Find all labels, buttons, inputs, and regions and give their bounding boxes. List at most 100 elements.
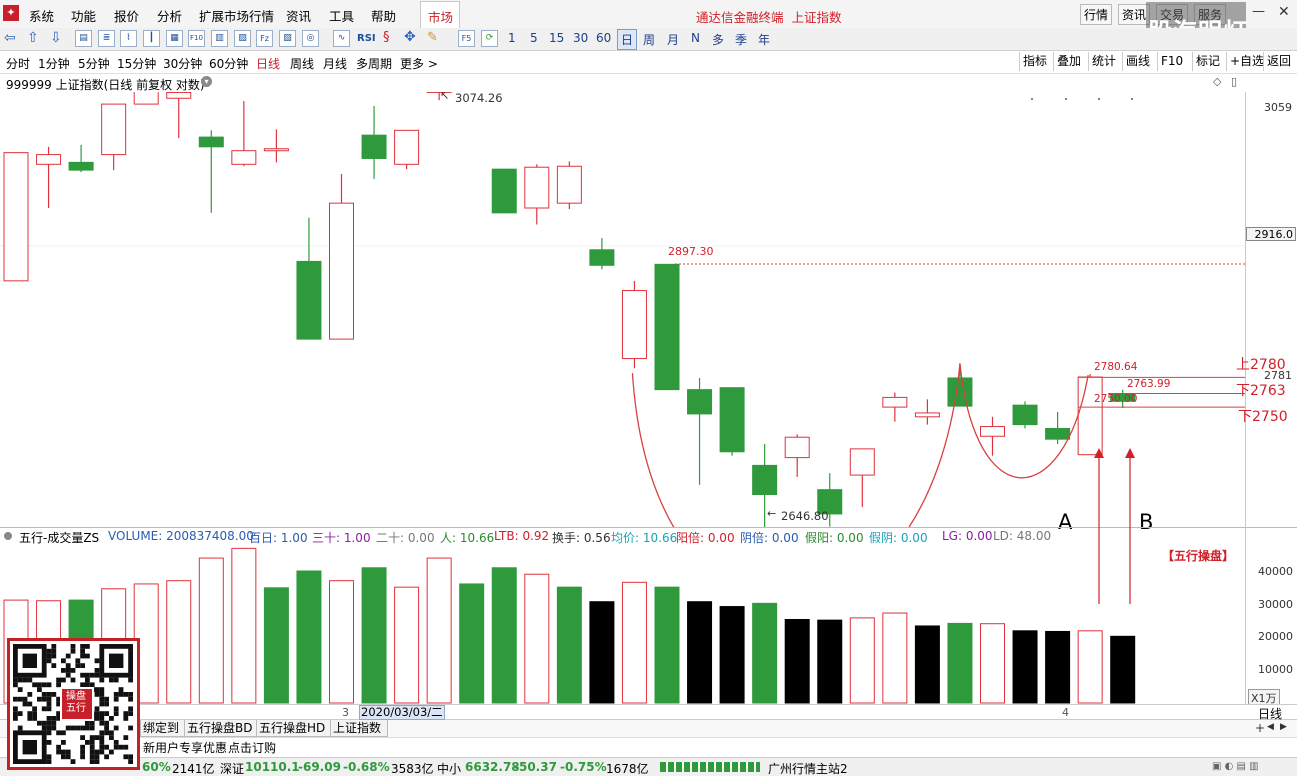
scroll-left-icon[interactable]: ◀: [1267, 722, 1274, 732]
chart-menu-icon[interactable]: ▯: [1231, 75, 1237, 88]
qr-module: [37, 682, 42, 687]
qr-module: [99, 730, 104, 735]
qr-module: [47, 740, 52, 745]
menu-tools[interactable]: 工具: [329, 6, 354, 25]
candle-body: [1078, 377, 1102, 455]
menu-analysis[interactable]: 分析: [157, 6, 182, 25]
refresh-icon[interactable]: ⟳: [481, 30, 498, 47]
back-arrow-icon[interactable]: ⇦: [4, 30, 16, 46]
qr-module: [47, 721, 52, 726]
period-n[interactable]: N: [691, 31, 700, 45]
volume-bar: [818, 620, 842, 703]
period-30min[interactable]: 30: [573, 31, 588, 45]
tab-bind[interactable]: 绑定到: [140, 720, 186, 737]
qr-module: [27, 702, 32, 707]
title-dropdown-icon[interactable]: ▾: [201, 76, 212, 87]
level-2763-label: 2763.99: [1127, 378, 1170, 390]
minimize-icon[interactable]: —: [1252, 4, 1265, 19]
date-month-4: 4: [1062, 706, 1069, 719]
scroll-right-icon[interactable]: ▶: [1280, 722, 1287, 732]
menu-help[interactable]: 帮助: [371, 6, 396, 25]
qr-module: [66, 726, 71, 731]
period-year[interactable]: 年: [758, 31, 770, 48]
tab-sh-index[interactable]: 上证指数: [330, 720, 388, 737]
plus-icon[interactable]: +: [1255, 721, 1265, 735]
tab-5min[interactable]: 5分钟: [78, 55, 110, 72]
period-60min[interactable]: 60: [596, 31, 611, 45]
period-day[interactable]: 日: [617, 29, 637, 50]
rsi-icon[interactable]: RSI: [357, 33, 376, 44]
period-1min[interactable]: 1: [508, 31, 516, 45]
tab-timeshare[interactable]: 分时: [6, 55, 30, 72]
period-week[interactable]: 周: [643, 31, 655, 48]
table-icon[interactable]: ▦: [166, 30, 183, 47]
tab-60min[interactable]: 60分钟: [209, 55, 248, 72]
report-icon[interactable]: ▤: [75, 30, 92, 47]
app-logo-icon: ✦: [3, 5, 19, 21]
f5-icon[interactable]: F5: [458, 30, 475, 47]
tab-daily[interactable]: 日线: [256, 55, 280, 72]
qr-module: [95, 754, 100, 759]
stats-button[interactable]: 统计: [1088, 52, 1119, 71]
period-quarter[interactable]: 季: [735, 31, 747, 48]
period-5min[interactable]: 5: [530, 31, 538, 45]
period-15min[interactable]: 15: [549, 31, 564, 45]
indicator-button[interactable]: 指标: [1019, 52, 1050, 71]
pencil-icon[interactable]: ✎: [427, 30, 438, 45]
period-month[interactable]: 月: [667, 31, 679, 48]
qr-module: [90, 759, 95, 764]
draw-button[interactable]: 画线: [1122, 52, 1153, 71]
bar-compare-icon[interactable]: ▧: [279, 30, 296, 47]
menu-info[interactable]: 资讯: [286, 6, 311, 25]
menu-function[interactable]: 功能: [71, 6, 96, 25]
qr-module: [42, 692, 47, 697]
list-icon[interactable]: ≣: [98, 30, 115, 47]
qr-module: [47, 654, 52, 659]
f10-button[interactable]: F10: [1157, 52, 1186, 71]
tab-more[interactable]: 更多 >: [400, 55, 438, 72]
kline-icon[interactable]: ┃: [143, 30, 160, 47]
qr-module: [47, 658, 52, 663]
fz-icon[interactable]: Fz: [256, 30, 273, 47]
volume-bar: [1078, 631, 1102, 703]
tab-30min[interactable]: 30分钟: [163, 55, 202, 72]
period-multi[interactable]: 多: [712, 31, 724, 48]
mark-button[interactable]: 标记: [1192, 52, 1223, 71]
qr-module: [99, 745, 104, 750]
tab-wuxing-hd[interactable]: 五行操盘HD: [256, 720, 332, 737]
qr-badge-text: 操盘 五行: [63, 691, 89, 715]
overlay-button[interactable]: 叠加: [1053, 52, 1084, 71]
brush-icon[interactable]: §: [383, 30, 390, 45]
quote-button[interactable]: 行情: [1080, 4, 1112, 25]
move-icon[interactable]: ✥: [404, 29, 416, 45]
tab-weekly[interactable]: 周线: [290, 55, 314, 72]
chart-icon[interactable]: ▨: [234, 30, 251, 47]
volume-bar: [590, 602, 614, 703]
volume-chart: [0, 528, 1245, 704]
market-tab[interactable]: 市场: [420, 1, 460, 28]
qr-module: [95, 673, 100, 678]
tab-1min[interactable]: 1分钟: [38, 55, 70, 72]
grid-icon[interactable]: ▥: [211, 30, 228, 47]
close-icon[interactable]: ✕: [1278, 4, 1290, 20]
wave-icon[interactable]: ∿: [333, 30, 350, 47]
promo-link[interactable]: 点击订购: [228, 739, 276, 756]
add-watchlist-button[interactable]: +自选: [1226, 52, 1267, 71]
down-arrow-icon[interactable]: ⇩: [50, 30, 62, 46]
tab-15min[interactable]: 15分钟: [117, 55, 156, 72]
f10-icon[interactable]: F10: [188, 30, 205, 47]
menu-extended-market[interactable]: 扩展市场行情: [199, 6, 274, 25]
tab-wuxing-bd[interactable]: 五行操盘BD: [184, 720, 258, 737]
qr-module: [123, 745, 128, 750]
tab-monthly[interactable]: 月线: [323, 55, 347, 72]
qr-module: [18, 697, 23, 702]
candle-body: [37, 155, 61, 165]
tab-multi-period[interactable]: 多周期: [356, 55, 392, 72]
up-arrow-icon[interactable]: ⇧: [27, 30, 39, 46]
back-button[interactable]: 返回: [1263, 52, 1294, 71]
circle-icon[interactable]: ◎: [302, 30, 319, 47]
chart-settings-icon[interactable]: ◇: [1213, 75, 1221, 88]
menu-quote[interactable]: 报价: [114, 6, 139, 25]
menu-system[interactable]: 系统: [29, 6, 54, 25]
line-chart-icon[interactable]: ⌇: [120, 30, 137, 47]
